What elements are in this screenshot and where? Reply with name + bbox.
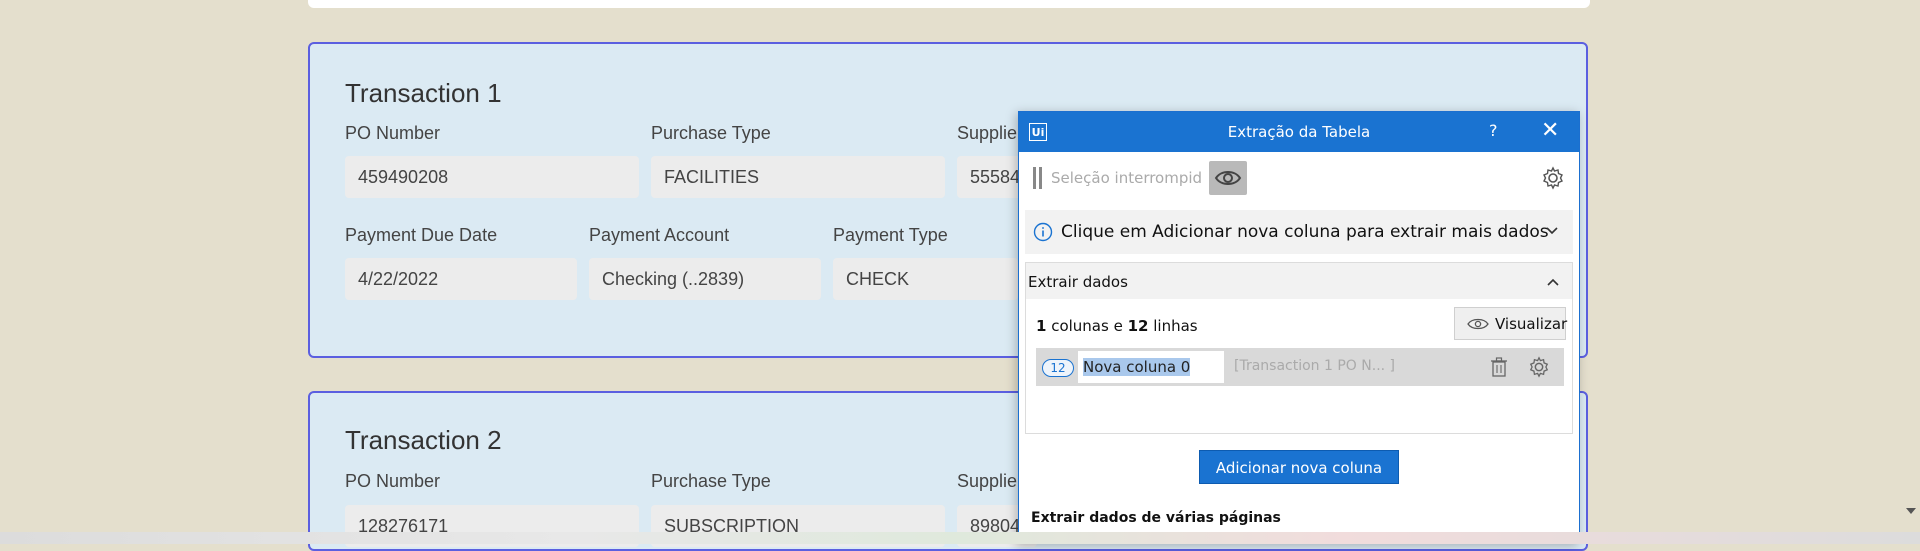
delete-icon[interactable] — [1490, 357, 1508, 377]
preview-label: Visualizar — [1495, 315, 1568, 333]
column-count-badge: 12 — [1042, 359, 1074, 377]
columns-word: colunas e — [1046, 317, 1128, 335]
rows-count: 12 — [1127, 317, 1149, 335]
po-number-label: PO Number — [345, 123, 441, 143]
vertical-scrollbar[interactable] — [1903, 0, 1920, 532]
purchase-type-label: Purchase Type — [651, 471, 771, 491]
column-name-input[interactable]: Nova coluna 0 — [1078, 351, 1224, 383]
info-message: Clique em Adicionar nova coluna para ext… — [1061, 222, 1549, 242]
dialog-title-bar[interactable]: Ui Extração da Tabela ? ✕ — [1019, 112, 1579, 152]
selection-status-field: Seleção interrompida — [1051, 169, 1201, 187]
purchase-type-value: FACILITIES — [651, 156, 945, 198]
extract-data-title: Extrair dados — [1028, 273, 1128, 291]
taskbar-strip — [0, 532, 1920, 544]
settings-gear-icon[interactable] — [1541, 166, 1565, 190]
table-extraction-dialog: Ui Extração da Tabela ? ✕ Seleção interr… — [1018, 111, 1580, 544]
purchase-type-label: Purchase Type — [651, 123, 771, 143]
payment-due-date-value: 4/22/2022 — [345, 258, 577, 300]
column-settings-gear-icon[interactable] — [1528, 356, 1550, 378]
rows-word: linhas — [1148, 317, 1198, 335]
po-number-value: 459490208 — [345, 156, 639, 198]
payment-type-label: Payment Type — [833, 225, 948, 245]
payment-account-label: Payment Account — [589, 225, 730, 245]
columns-count: 1 — [1036, 317, 1047, 335]
add-new-column-button[interactable]: Adicionar nova coluna — [1199, 450, 1399, 484]
previous-card — [308, 0, 1590, 8]
columns-rows-count: 1 colunas e 12 linhas — [1036, 317, 1198, 335]
scroll-down-arrow-icon[interactable] — [1906, 508, 1916, 514]
info-banner[interactable]: Clique em Adicionar nova coluna para ext… — [1025, 210, 1573, 254]
supplier-label: Supplier — [957, 123, 1024, 143]
close-button[interactable]: ✕ — [1541, 118, 1559, 143]
multi-page-extraction-label: Extrair dados de várias páginas — [1031, 510, 1281, 526]
extract-data-section: Extrair dados 1 colunas e 12 linhas Visu… — [1025, 262, 1573, 434]
po-number-label: PO Number — [345, 471, 441, 491]
preview-button[interactable]: Visualizar — [1454, 307, 1568, 340]
payment-account-value: Checking (..2839) — [589, 258, 821, 300]
payment-type-value: CHECK — [833, 258, 1018, 300]
column-name-text: Nova coluna 0 — [1083, 358, 1191, 376]
payment-due-date-label: Payment Due Date — [345, 225, 498, 245]
supplier-label: Supplier — [957, 471, 1024, 491]
pause-icon[interactable] — [1033, 167, 1045, 189]
chevron-up-icon[interactable] — [1546, 275, 1560, 289]
transaction-title: Transaction 2 — [345, 425, 502, 455]
chevron-down-icon[interactable] — [1545, 224, 1559, 238]
column-row: 12 Nova coluna 0 [Transaction 1 PO N... … — [1036, 348, 1564, 386]
eye-icon — [1467, 318, 1489, 330]
help-button[interactable]: ? — [1489, 121, 1498, 140]
transaction-title: Transaction 1 — [345, 78, 502, 108]
info-icon — [1033, 222, 1053, 242]
preview-toggle-button[interactable] — [1209, 161, 1247, 195]
column-preview: [Transaction 1 PO N... ] — [1234, 358, 1396, 374]
extract-data-header[interactable]: Extrair dados — [1026, 263, 1572, 299]
eye-icon — [1214, 171, 1242, 185]
